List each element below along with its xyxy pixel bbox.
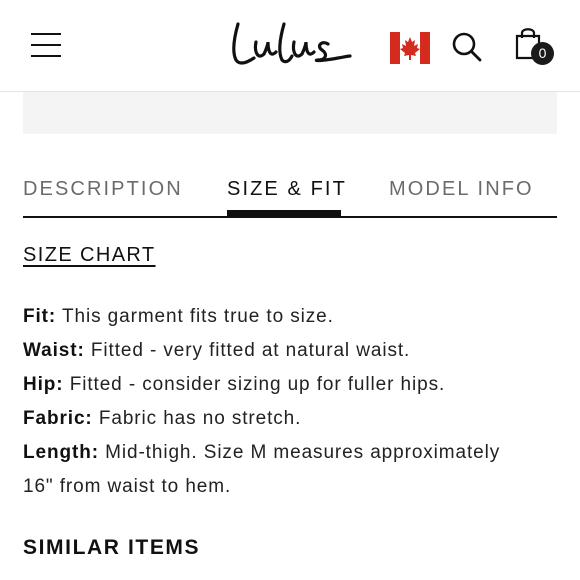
canada-flag-icon[interactable] xyxy=(390,32,430,64)
size-chart-link[interactable]: SIZE CHART xyxy=(23,244,156,267)
size-fit-details: Fit: This garment fits true to size. Wai… xyxy=(23,300,563,504)
product-info-tabs: DESCRIPTION SIZE & FIT MODEL INFO xyxy=(23,176,557,218)
waist-text: Fitted - very fitted at natural waist. xyxy=(90,340,411,361)
fit-label: Fit: xyxy=(23,306,57,327)
tab-model-info[interactable]: MODEL INFO xyxy=(389,176,534,202)
image-placeholder-strip xyxy=(23,92,557,134)
fabric-text: Fabric has no stretch. xyxy=(98,408,302,429)
length-detail-continued: 16" from waist to hem. xyxy=(23,470,563,504)
length-label: Length: xyxy=(23,442,99,463)
menu-icon[interactable] xyxy=(31,33,61,57)
cart-count-badge[interactable]: 0 xyxy=(531,42,554,65)
search-icon[interactable] xyxy=(450,31,484,63)
active-tab-indicator xyxy=(227,210,341,216)
fabric-label: Fabric: xyxy=(23,408,93,429)
length-detail: Length: Mid-thigh. Size M measures appro… xyxy=(23,436,563,470)
site-header: 0 xyxy=(0,0,580,92)
tab-description[interactable]: DESCRIPTION xyxy=(23,176,183,202)
tab-size-and-fit[interactable]: SIZE & FIT xyxy=(227,176,347,202)
similar-items-heading: SIMILAR ITEMS xyxy=(23,536,201,559)
hip-label: Hip: xyxy=(23,374,64,395)
hip-detail: Hip: Fitted - consider sizing up for ful… xyxy=(23,368,563,402)
fit-text: This garment fits true to size. xyxy=(61,306,334,327)
fabric-detail: Fabric: Fabric has no stretch. xyxy=(23,402,563,436)
length-text: Mid-thigh. Size M measures approximately xyxy=(105,442,501,463)
hip-text: Fitted - consider sizing up for fuller h… xyxy=(69,374,446,395)
fit-detail: Fit: This garment fits true to size. xyxy=(23,300,563,334)
waist-detail: Waist: Fitted - very fitted at natural w… xyxy=(23,334,563,368)
lulus-logo[interactable] xyxy=(226,16,352,72)
length-text-continued: 16" from waist to hem. xyxy=(23,476,232,497)
waist-label: Waist: xyxy=(23,340,85,361)
